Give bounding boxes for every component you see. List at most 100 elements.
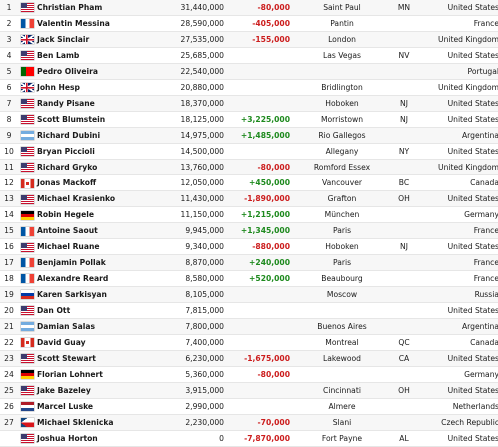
player-state bbox=[394, 222, 414, 240]
us-flag-icon bbox=[20, 114, 34, 124]
france-flag-icon bbox=[20, 19, 34, 29]
chip-change bbox=[224, 63, 290, 80]
flag-cell bbox=[18, 15, 36, 32]
chip-change: -80,000 bbox=[224, 159, 290, 176]
flag-cell bbox=[18, 174, 36, 192]
table-row: 20 Dan Ott 7,815,000 United States bbox=[0, 302, 498, 320]
chip-count: 18,370,000 bbox=[166, 95, 224, 112]
player-country: United States bbox=[414, 111, 498, 128]
player-country: France bbox=[414, 15, 498, 32]
chip-count: 20,880,000 bbox=[166, 79, 224, 96]
table-row: 11 Richard Gryko 13,760,000 -80,000 Romford … bbox=[0, 159, 498, 176]
chip-change bbox=[224, 382, 290, 399]
player-state: NV bbox=[394, 47, 414, 64]
rank-cell: 26 bbox=[0, 398, 18, 415]
rank-cell: 15 bbox=[0, 222, 18, 240]
rank-cell: 17 bbox=[0, 254, 18, 272]
flag-cell bbox=[18, 350, 36, 367]
table-row: 15 Antoine Saout 9,945,000 +1,345,000 Paris F… bbox=[0, 222, 498, 240]
rank-cell: 16 bbox=[0, 238, 18, 256]
player-state bbox=[394, 286, 414, 304]
player-name: Jonas Mackoff bbox=[36, 174, 166, 192]
chip-change: -80,000 bbox=[224, 0, 290, 16]
player-name: Alexandre Reard bbox=[36, 270, 166, 288]
chip-count: 3,915,000 bbox=[166, 382, 224, 399]
flag-cell bbox=[18, 318, 36, 336]
chip-count: 9,945,000 bbox=[166, 222, 224, 240]
chip-count: 7,400,000 bbox=[166, 334, 224, 351]
rank-cell: 13 bbox=[0, 190, 18, 208]
player-country: United States bbox=[414, 238, 498, 256]
player-city bbox=[290, 63, 394, 80]
player-country: United States bbox=[414, 190, 498, 208]
player-city: Pantin bbox=[290, 15, 394, 32]
rank-cell: 7 bbox=[0, 95, 18, 112]
chip-change: -7,870,000 bbox=[224, 430, 290, 447]
us-flag-icon bbox=[20, 433, 34, 443]
player-city: Paris bbox=[290, 254, 394, 272]
chip-change bbox=[224, 47, 290, 64]
player-city: Grafton bbox=[290, 190, 394, 208]
player-city bbox=[290, 302, 394, 320]
rank-cell: 24 bbox=[0, 366, 18, 383]
player-city: Slani bbox=[290, 414, 394, 431]
chip-count: 14,975,000 bbox=[166, 127, 224, 144]
us-flag-icon bbox=[20, 306, 34, 316]
player-city: Las Vegas bbox=[290, 47, 394, 64]
us-flag-icon bbox=[20, 386, 34, 396]
chip-change: -155,000 bbox=[224, 31, 290, 48]
player-country: United States bbox=[414, 47, 498, 64]
player-name: Valentin Messina bbox=[36, 15, 166, 32]
chip-count: 27,535,000 bbox=[166, 31, 224, 48]
player-state bbox=[394, 302, 414, 320]
chip-change: +1,345,000 bbox=[224, 222, 290, 240]
chip-change: +1,215,000 bbox=[224, 206, 290, 224]
flag-cell bbox=[18, 398, 36, 415]
chip-count-table: 1 Christian Pham 31,440,000 -80,000 Saint Pa… bbox=[0, 0, 498, 447]
table-row: 5 Pedro Oliveira 22,540,000 Portugal bbox=[0, 63, 498, 80]
chip-change: +520,000 bbox=[224, 270, 290, 288]
chip-count: 12,050,000 bbox=[166, 174, 224, 192]
player-state: MN bbox=[394, 0, 414, 16]
table-row: 16 Michael Ruane 9,340,000 -880,000 Hoboken N… bbox=[0, 238, 498, 256]
chip-change bbox=[224, 79, 290, 96]
player-city: Buenos Aires bbox=[290, 318, 394, 336]
player-state bbox=[394, 15, 414, 32]
rank-cell: 5 bbox=[0, 63, 18, 80]
flag-cell bbox=[18, 190, 36, 208]
chip-count-rows: 1 Christian Pham 31,440,000 -80,000 Saint Pa… bbox=[0, 0, 498, 447]
us-flag-icon bbox=[20, 98, 34, 108]
player-city: München bbox=[290, 206, 394, 224]
chip-count: 8,870,000 bbox=[166, 254, 224, 272]
chip-count: 0 bbox=[166, 430, 224, 447]
chip-change: +450,000 bbox=[224, 174, 290, 192]
rank-cell: 8 bbox=[0, 111, 18, 128]
table-row: 27 Michael Sklenicka 2,230,000 -70,000 Slani… bbox=[0, 414, 498, 431]
flag-cell bbox=[18, 430, 36, 447]
chip-count: 6,230,000 bbox=[166, 350, 224, 367]
player-state bbox=[394, 79, 414, 96]
table-row: 14 Robin Hegele 11,150,000 +1,215,000 Münche… bbox=[0, 206, 498, 224]
flag-cell bbox=[18, 254, 36, 272]
player-name: Scott Blumstein bbox=[36, 111, 166, 128]
player-country: Canada bbox=[414, 334, 498, 351]
flag-cell bbox=[18, 63, 36, 80]
player-country: Netherlands bbox=[414, 398, 498, 415]
player-city: Paris bbox=[290, 222, 394, 240]
player-city: Allegany bbox=[290, 143, 394, 160]
player-city: Hoboken bbox=[290, 238, 394, 256]
player-city: Lakewood bbox=[290, 350, 394, 367]
table-row: 4 Ben Lamb 25,685,000 Las Vegas NV United Sta… bbox=[0, 47, 498, 64]
player-state: OH bbox=[394, 382, 414, 399]
flag-cell bbox=[18, 366, 36, 383]
table-row: 23 Scott Stewart 6,230,000 -1,675,000 Lakewo… bbox=[0, 350, 498, 367]
player-state bbox=[394, 63, 414, 80]
us-flag-icon bbox=[20, 242, 34, 252]
flag-cell bbox=[18, 47, 36, 64]
player-state bbox=[394, 366, 414, 383]
chip-change bbox=[224, 334, 290, 351]
flag-cell bbox=[18, 414, 36, 431]
chip-change: +3,225,000 bbox=[224, 111, 290, 128]
us-flag-icon bbox=[20, 51, 34, 61]
player-country: United States bbox=[414, 95, 498, 112]
